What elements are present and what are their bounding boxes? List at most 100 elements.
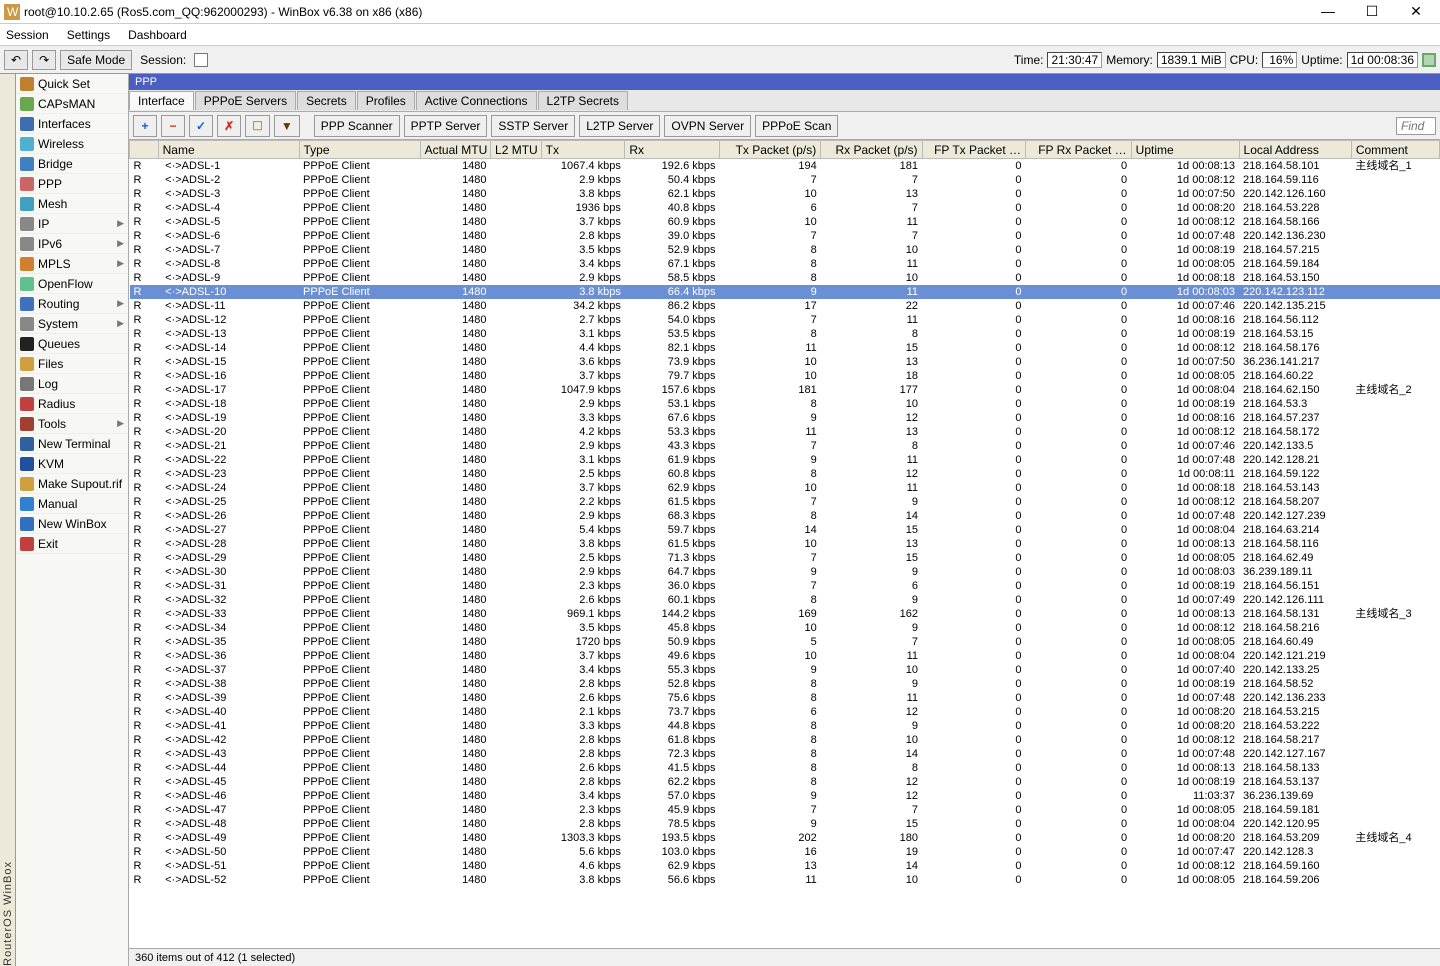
table-row[interactable]: R <·>ADSL-20PPPoE Client14804.2 kbps53.3… <box>130 425 1440 439</box>
tab-pppoe-servers[interactable]: PPPoE Servers <box>195 91 296 110</box>
nav-item-mpls[interactable]: MPLS▶ <box>16 254 128 274</box>
minimize-button[interactable]: — <box>1308 3 1348 20</box>
table-row[interactable]: R <·>ADSL-28PPPoE Client14803.8 kbps61.5… <box>130 537 1440 551</box>
tab-profiles[interactable]: Profiles <box>357 91 415 110</box>
action-icon-button[interactable]: ✗ <box>217 115 241 137</box>
table-row[interactable]: R <·>ADSL-45PPPoE Client14802.8 kbps62.2… <box>130 775 1440 789</box>
table-row[interactable]: R <·>ADSL-43PPPoE Client14802.8 kbps72.3… <box>130 747 1440 761</box>
table-row[interactable]: R <·>ADSL-10PPPoE Client14803.8 kbps66.4… <box>130 285 1440 299</box>
action-button-ppp-scanner[interactable]: PPP Scanner <box>314 115 400 137</box>
table-row[interactable]: R <·>ADSL-13PPPoE Client14803.1 kbps53.5… <box>130 327 1440 341</box>
find-input[interactable] <box>1396 117 1436 135</box>
table-row[interactable]: R <·>ADSL-8PPPoE Client14803.4 kbps67.1 … <box>130 257 1440 271</box>
column-header[interactable]: Type <box>299 141 420 159</box>
action-icon-button[interactable]: − <box>161 115 185 137</box>
nav-item-new-winbox[interactable]: New WinBox <box>16 514 128 534</box>
column-header[interactable]: Local Address <box>1239 141 1351 159</box>
tab-l2tp-secrets[interactable]: L2TP Secrets <box>538 91 628 110</box>
nav-item-bridge[interactable]: Bridge <box>16 154 128 174</box>
table-row[interactable]: R <·>ADSL-12PPPoE Client14802.7 kbps54.0… <box>130 313 1440 327</box>
tab-active-connections[interactable]: Active Connections <box>416 91 537 110</box>
nav-item-openflow[interactable]: OpenFlow <box>16 274 128 294</box>
nav-item-ipv6[interactable]: IPv6▶ <box>16 234 128 254</box>
table-row[interactable]: R <·>ADSL-3PPPoE Client14803.8 kbps62.1 … <box>130 187 1440 201</box>
nav-item-queues[interactable]: Queues <box>16 334 128 354</box>
column-header[interactable]: Tx Packet (p/s) <box>720 141 821 159</box>
action-button-l2tp-server[interactable]: L2TP Server <box>579 115 660 137</box>
table-row[interactable]: R <·>ADSL-7PPPoE Client14803.5 kbps52.9 … <box>130 243 1440 257</box>
action-button-pptp-server[interactable]: PPTP Server <box>404 115 488 137</box>
table-row[interactable]: R <·>ADSL-14PPPoE Client14804.4 kbps82.1… <box>130 341 1440 355</box>
table-row[interactable]: R <·>ADSL-30PPPoE Client14802.9 kbps64.7… <box>130 565 1440 579</box>
table-row[interactable]: R <·>ADSL-23PPPoE Client14802.5 kbps60.8… <box>130 467 1440 481</box>
nav-item-log[interactable]: Log <box>16 374 128 394</box>
forward-button[interactable]: ↷ <box>32 50 56 70</box>
menu-dashboard[interactable]: Dashboard <box>128 28 187 42</box>
table-row[interactable]: R <·>ADSL-29PPPoE Client14802.5 kbps71.3… <box>130 551 1440 565</box>
table-row[interactable]: R <·>ADSL-48PPPoE Client14802.8 kbps78.5… <box>130 817 1440 831</box>
table-row[interactable]: R <·>ADSL-34PPPoE Client14803.5 kbps45.8… <box>130 621 1440 635</box>
nav-item-wireless[interactable]: Wireless <box>16 134 128 154</box>
table-row[interactable]: R <·>ADSL-31PPPoE Client14802.3 kbps36.0… <box>130 579 1440 593</box>
column-header[interactable]: FP Rx Packet … <box>1026 141 1132 159</box>
column-header[interactable]: L2 MTU <box>491 141 542 159</box>
table-row[interactable]: R <·>ADSL-39PPPoE Client14802.6 kbps75.6… <box>130 691 1440 705</box>
table-row[interactable]: R <·>ADSL-6PPPoE Client14802.8 kbps39.0 … <box>130 229 1440 243</box>
table-row[interactable]: R <·>ADSL-52PPPoE Client14803.8 kbps56.6… <box>130 873 1440 887</box>
menu-session[interactable]: Session <box>6 28 49 42</box>
table-row[interactable]: R <·>ADSL-1PPPoE Client14801067.4 kbps19… <box>130 159 1440 174</box>
session-checkbox[interactable] <box>194 53 208 67</box>
column-header[interactable]: Rx Packet (p/s) <box>821 141 922 159</box>
nav-item-radius[interactable]: Radius <box>16 394 128 414</box>
action-icon-button[interactable]: ▼ <box>274 115 300 137</box>
table-row[interactable]: R <·>ADSL-2PPPoE Client14802.9 kbps50.4 … <box>130 173 1440 187</box>
table-row[interactable]: R <·>ADSL-40PPPoE Client14802.1 kbps73.7… <box>130 705 1440 719</box>
nav-item-capsman[interactable]: CAPsMAN <box>16 94 128 114</box>
table-row[interactable]: R <·>ADSL-15PPPoE Client14803.6 kbps73.9… <box>130 355 1440 369</box>
back-button[interactable]: ↶ <box>4 50 28 70</box>
nav-item-interfaces[interactable]: Interfaces <box>16 114 128 134</box>
nav-item-mesh[interactable]: Mesh <box>16 194 128 214</box>
nav-item-quick-set[interactable]: Quick Set <box>16 74 128 94</box>
table-row[interactable]: R <·>ADSL-42PPPoE Client14802.8 kbps61.8… <box>130 733 1440 747</box>
table-row[interactable]: R <·>ADSL-51PPPoE Client14804.6 kbps62.9… <box>130 859 1440 873</box>
table-row[interactable]: R <·>ADSL-26PPPoE Client14802.9 kbps68.3… <box>130 509 1440 523</box>
table-row[interactable]: R <·>ADSL-4PPPoE Client14801936 bps40.8 … <box>130 201 1440 215</box>
table-row[interactable]: R <·>ADSL-50PPPoE Client14805.6 kbps103.… <box>130 845 1440 859</box>
nav-item-ip[interactable]: IP▶ <box>16 214 128 234</box>
table-row[interactable]: R <·>ADSL-19PPPoE Client14803.3 kbps67.6… <box>130 411 1440 425</box>
column-header[interactable]: Uptime <box>1131 141 1239 159</box>
table-row[interactable]: R <·>ADSL-46PPPoE Client14803.4 kbps57.0… <box>130 789 1440 803</box>
action-button-sstp-server[interactable]: SSTP Server <box>491 115 575 137</box>
column-header[interactable]: Actual MTU <box>420 141 490 159</box>
table-row[interactable]: R <·>ADSL-33PPPoE Client1480969.1 kbps14… <box>130 607 1440 621</box>
tab-interface[interactable]: Interface <box>129 91 194 110</box>
nav-item-kvm[interactable]: KVM <box>16 454 128 474</box>
menu-settings[interactable]: Settings <box>67 28 110 42</box>
nav-item-new-terminal[interactable]: New Terminal <box>16 434 128 454</box>
tab-secrets[interactable]: Secrets <box>297 91 356 110</box>
table-row[interactable]: R <·>ADSL-41PPPoE Client14803.3 kbps44.8… <box>130 719 1440 733</box>
dashboard-icon[interactable] <box>1422 53 1436 67</box>
action-button-pppoe-scan[interactable]: PPPoE Scan <box>755 115 838 137</box>
table-header-row[interactable]: NameTypeActual MTUL2 MTUTxRxTx Packet (p… <box>130 141 1440 159</box>
nav-item-exit[interactable]: Exit <box>16 534 128 554</box>
table-row[interactable]: R <·>ADSL-22PPPoE Client14803.1 kbps61.9… <box>130 453 1440 467</box>
table-row[interactable]: R <·>ADSL-44PPPoE Client14802.6 kbps41.5… <box>130 761 1440 775</box>
table-row[interactable]: R <·>ADSL-36PPPoE Client14803.7 kbps49.6… <box>130 649 1440 663</box>
maximize-button[interactable]: ☐ <box>1352 3 1392 20</box>
table-row[interactable]: R <·>ADSL-47PPPoE Client14802.3 kbps45.9… <box>130 803 1440 817</box>
close-button[interactable]: ✕ <box>1396 3 1436 20</box>
table-wrap[interactable]: NameTypeActual MTUL2 MTUTxRxTx Packet (p… <box>129 140 1440 948</box>
table-row[interactable]: R <·>ADSL-17PPPoE Client14801047.9 kbps1… <box>130 383 1440 397</box>
safe-mode-button[interactable]: Safe Mode <box>60 50 132 70</box>
table-row[interactable]: R <·>ADSL-25PPPoE Client14802.2 kbps61.5… <box>130 495 1440 509</box>
column-header[interactable]: FP Tx Packet … <box>922 141 1025 159</box>
nav-item-tools[interactable]: Tools▶ <box>16 414 128 434</box>
column-header[interactable] <box>130 141 159 159</box>
column-header[interactable]: Comment <box>1351 141 1439 159</box>
nav-item-files[interactable]: Files <box>16 354 128 374</box>
action-icon-button[interactable]: + <box>133 115 157 137</box>
column-header[interactable]: Name <box>158 141 299 159</box>
table-row[interactable]: R <·>ADSL-38PPPoE Client14802.8 kbps52.8… <box>130 677 1440 691</box>
